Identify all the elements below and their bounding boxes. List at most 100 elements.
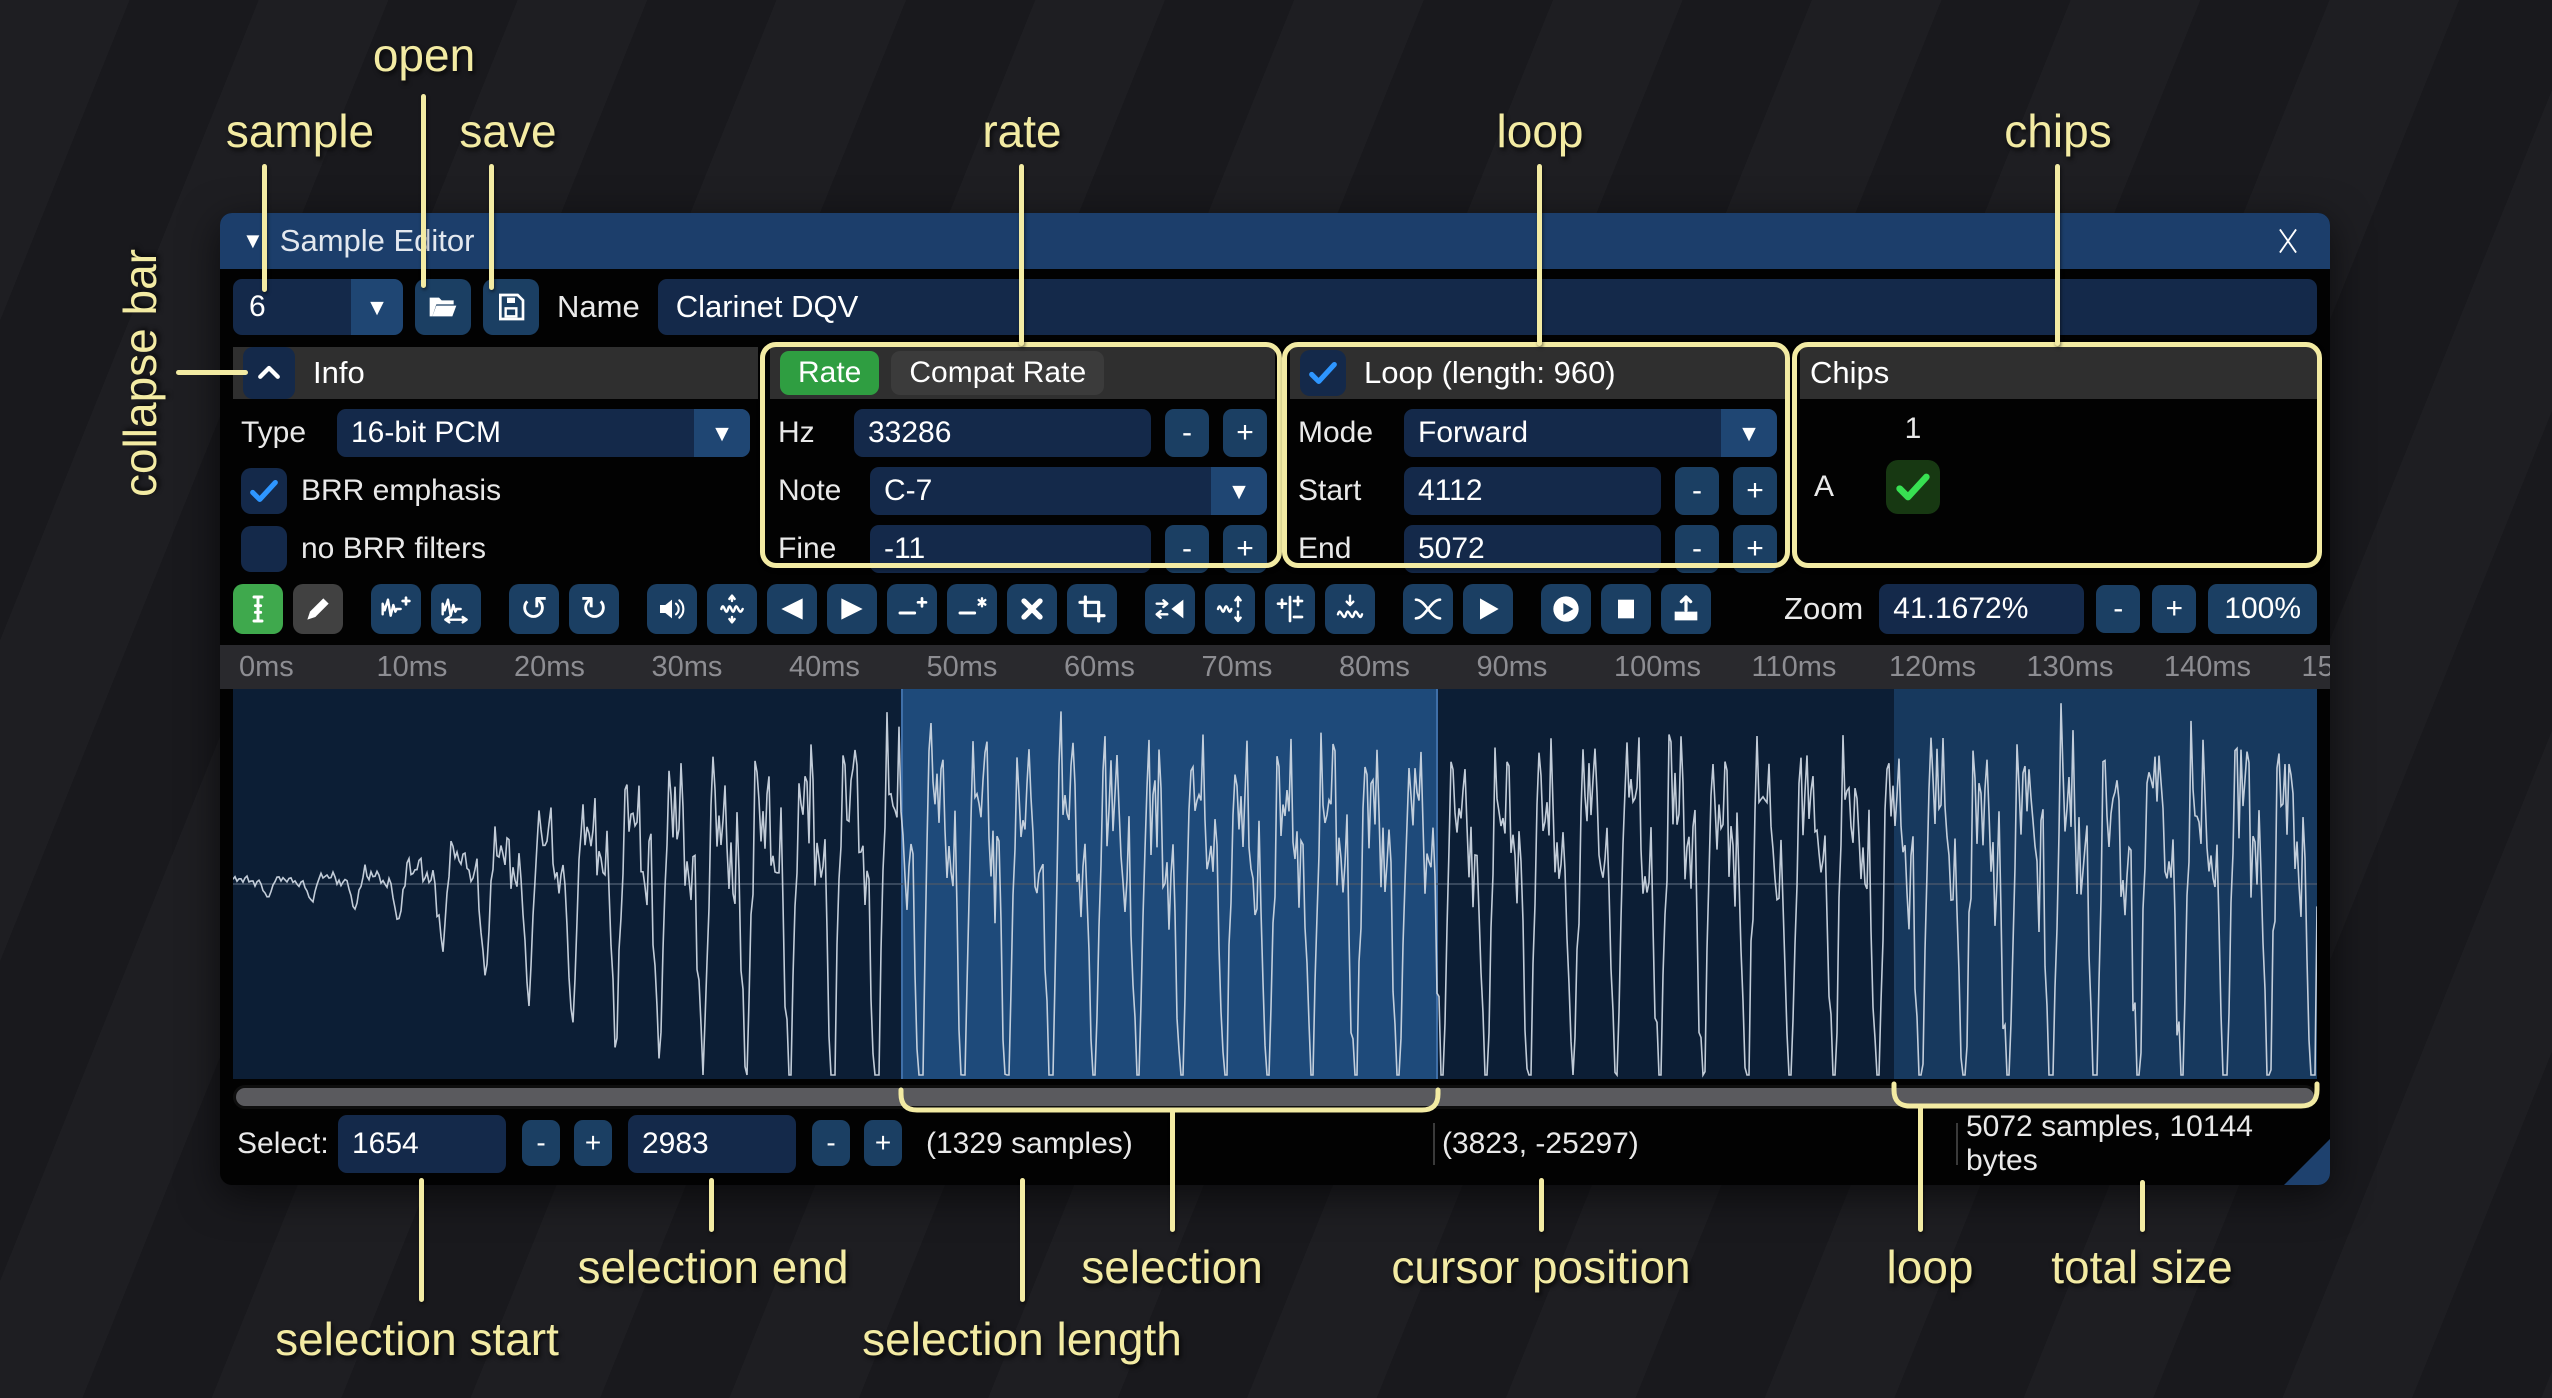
play-icon[interactable] [1541,584,1591,634]
window-titlebar[interactable]: ▼ Sample Editor [220,213,2330,269]
trim-icon[interactable] [1067,584,1117,634]
chevron-down-icon: ▼ [1211,467,1267,515]
annotation-rate: rate [982,104,1061,158]
tab-rate[interactable]: Rate [780,351,879,395]
callout-line-sample [262,164,267,292]
loop-end-input[interactable] [1404,525,1661,573]
signed-unsigned-icon[interactable] [1265,584,1315,634]
insert-silence-icon[interactable] [887,584,937,634]
resize-icon[interactable] [371,584,421,634]
draw-pencil-icon[interactable] [293,584,343,634]
amplify-icon[interactable] [647,584,697,634]
hz-minus-button[interactable]: - [1165,409,1209,457]
zoom-in-button[interactable]: + [2152,585,2196,633]
loop-end-plus-button[interactable]: + [1733,525,1777,573]
hz-input[interactable] [854,409,1151,457]
ruler-tick: 90ms [1477,651,1548,684]
sample-number-select[interactable]: 6 ▼ [233,279,403,335]
tab-compat-rate[interactable]: Compat Rate [891,351,1104,395]
chevron-up-icon [254,358,284,388]
annotation-cursor-position: cursor position [1391,1240,1690,1294]
sample-editor-window: ▼ Sample Editor 6 ▼ Name [220,213,2330,1185]
selection-end-plus-button[interactable]: + [864,1120,902,1166]
resample-icon[interactable] [431,584,481,634]
note-value: C-7 [884,474,932,508]
redo-icon[interactable]: ↻ [569,584,619,634]
callout-line-save [489,164,494,290]
edit-cursor-icon[interactable] [233,584,283,634]
filter-icon[interactable] [1325,584,1375,634]
callout-line-loop-bottom [1918,1106,1923,1232]
type-select[interactable]: 16-bit PCM ▼ [337,409,750,457]
time-ruler[interactable]: 0ms10ms20ms30ms40ms50ms60ms70ms80ms90ms1… [220,645,2330,689]
brr-emphasis-checkbox[interactable] [241,468,287,514]
selection-end-input[interactable] [628,1115,796,1173]
annotation-loop-top: loop [1497,104,1584,158]
loop-header-label: Loop (length: 960) [1364,355,1616,391]
loop-mode-select[interactable]: Forward ▼ [1404,409,1777,457]
chevron-down-icon: ▼ [694,409,750,457]
crossfade-icon[interactable] [1403,584,1453,634]
resize-grip[interactable] [2284,1139,2330,1185]
loop-start-input[interactable] [1404,467,1661,515]
waveform-scrollbar[interactable] [233,1085,2317,1109]
no-brr-filters-label: no BRR filters [301,532,486,566]
zoom-input[interactable] [1879,584,2084,634]
close-icon[interactable] [2268,221,2308,261]
chip-row-label: A [1814,470,1872,504]
status-row: Select: - + - + (1329 samples) (3823, -2… [220,1115,2330,1173]
apply-silence-icon[interactable] [947,584,997,634]
collapse-bar-button[interactable] [243,347,295,399]
loop-start-plus-button[interactable]: + [1733,467,1777,515]
zoom-reset-button[interactable]: 100% [2208,584,2317,634]
callout-line-selection-length [1020,1178,1025,1302]
no-brr-filters-checkbox[interactable] [241,526,287,572]
fine-input[interactable] [870,525,1151,573]
fade-in-icon[interactable] [827,584,877,634]
normalize-icon[interactable] [707,584,757,634]
info-panel: Info Type 16-bit PCM ▼ BRR emp [233,347,758,565]
rate-panel: Rate Compat Rate Hz - + Note C-7 ▼ [770,347,1275,565]
zoom-out-button[interactable]: - [2096,585,2140,633]
note-select[interactable]: C-7 ▼ [870,467,1267,515]
chips-column-header: 1 [1886,412,1940,446]
hz-plus-button[interactable]: + [1223,409,1267,457]
ruler-tick: 110ms [1752,651,1837,684]
annotation-selection-start: selection start [275,1312,559,1366]
reverse-icon[interactable] [1145,584,1195,634]
export-icon[interactable] [1661,584,1711,634]
annotation-save: save [459,104,556,158]
brr-emphasis-label: BRR emphasis [301,474,501,508]
stop-icon[interactable] [1601,584,1651,634]
waveform-plot [233,689,2317,1079]
ruler-tick: 150ms [2302,651,2331,684]
chips-panel: Chips 1 A [1800,347,2317,565]
callout-line-selection-end [709,1178,714,1232]
delete-icon[interactable] [1007,584,1057,634]
fine-plus-button[interactable]: + [1223,525,1267,573]
name-input[interactable] [658,279,2317,335]
preview-icon[interactable] [1463,584,1513,634]
window-collapse-icon[interactable]: ▼ [242,228,264,254]
fine-minus-button[interactable]: - [1165,525,1209,573]
loop-start-minus-button[interactable]: - [1675,467,1719,515]
loop-end-minus-button[interactable]: - [1675,525,1719,573]
annotation-selection: selection [1081,1240,1263,1294]
selection-start-minus-button[interactable]: - [522,1120,560,1166]
invert-icon[interactable] [1205,584,1255,634]
cursor-position-text: (3823, -25297) [1442,1115,1639,1173]
annotation-sample: sample [226,104,374,158]
ruler-tick: 40ms [789,651,860,684]
selection-start-input[interactable] [338,1115,506,1173]
floppy-icon [495,291,527,323]
check-icon [1306,356,1340,390]
waveform-view[interactable] [233,689,2317,1079]
loop-enable-checkbox[interactable] [1300,350,1346,396]
scrollbar-thumb[interactable] [236,1088,2314,1106]
selection-end-minus-button[interactable]: - [812,1120,850,1166]
selection-start-plus-button[interactable]: + [574,1120,612,1166]
callout-line-chips [2055,164,2060,346]
chip-enable-toggle[interactable] [1886,460,1940,514]
undo-icon[interactable]: ↺ [509,584,559,634]
fade-out-icon[interactable] [767,584,817,634]
